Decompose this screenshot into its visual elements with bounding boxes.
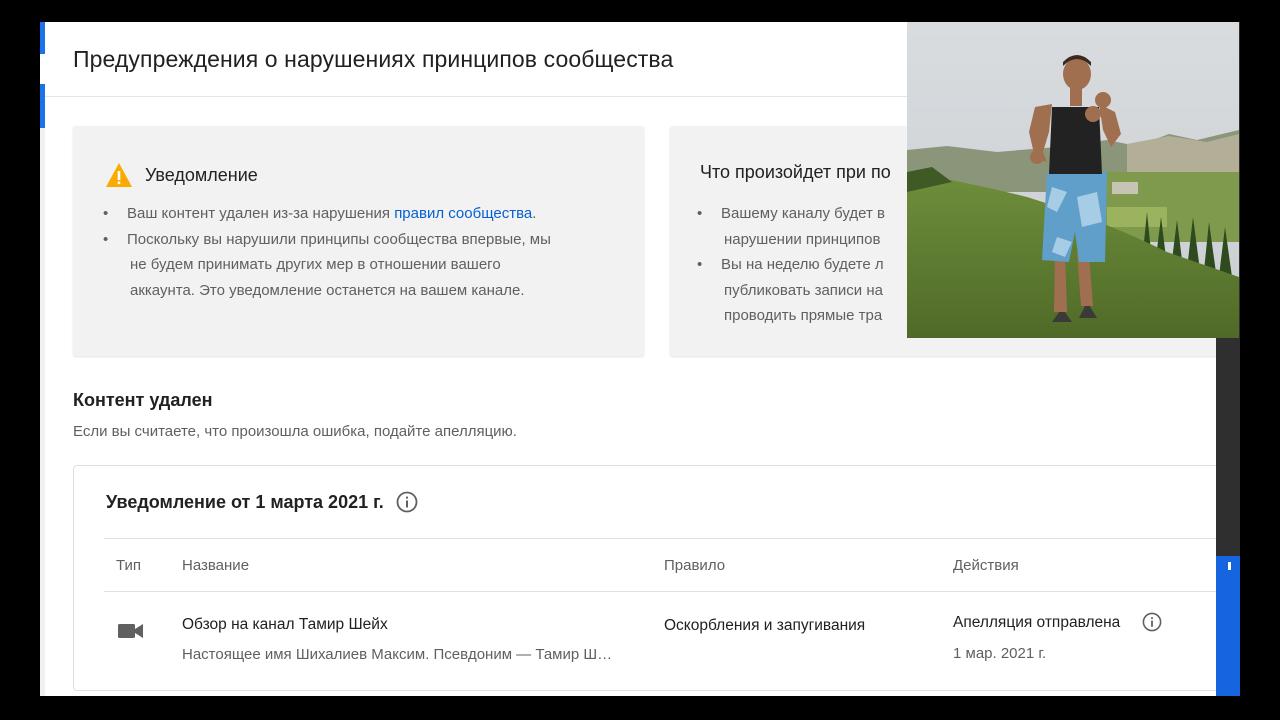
webcam-photo-overlay <box>907 22 1239 338</box>
video-camera-icon <box>118 624 143 638</box>
notice-bullet-2-line3: аккаунта. Это уведомление останется на в… <box>130 281 525 299</box>
table-divider-header <box>104 591 1222 592</box>
notice-card-header: Уведомление <box>105 162 258 188</box>
consequences-bullet-2-line3: проводить прямые тра <box>724 307 883 324</box>
consequences-bullets: Вашему каналу будет в нарушении принципо… <box>695 201 885 329</box>
warning-icon <box>106 163 132 187</box>
notice-card-heading: Уведомление <box>145 164 258 185</box>
notice-bullet-2-line1: Поскольку вы нарушили принципы сообществ… <box>127 230 551 248</box>
content-description: Настоящее имя Шихалиев Максим. Псевдоним… <box>182 646 613 663</box>
consequences-bullet-2-line2: публиковать записи на <box>724 281 883 299</box>
consequences-bullet-2: Вы на неделю будете л публиковать записи… <box>695 252 885 329</box>
column-header-name: Название <box>182 557 250 574</box>
notice-bullet-2: Поскольку вы нарушили принципы сообществ… <box>101 227 551 304</box>
dialog-title: Предупреждения о нарушениях принципов со… <box>73 45 674 72</box>
appeal-date: 1 мар. 2021 г. <box>953 645 1047 662</box>
column-header-rule: Правило <box>664 557 726 574</box>
notice-bullet-2-line2: не будем принимать других мер в отношени… <box>130 256 501 273</box>
violated-rule: Оскорбления и запугивания <box>664 617 866 634</box>
info-icon[interactable] <box>396 491 418 513</box>
consequences-bullet-2-line1: Вы на неделю будете л <box>721 256 884 273</box>
appeal-status: Апелляция отправлена <box>953 614 1121 631</box>
table-divider-top <box>104 538 1222 539</box>
strike-table-header: Уведомление от 1 марта 2021 г. <box>106 491 418 513</box>
column-header-actions: Действия <box>953 557 1019 574</box>
strike-table: Уведомление от 1 марта 2021 г. Тип Назва… <box>73 465 1233 691</box>
notice-bullet-1-suffix: . <box>532 205 537 222</box>
column-header-type: Тип <box>116 557 142 574</box>
removed-content-subtitle: Если вы считаете, что произошла ошибка, … <box>73 423 517 440</box>
consequences-bullet-1-line2: нарушении принципов <box>724 230 881 248</box>
appeal-info-icon[interactable] <box>1142 612 1162 632</box>
consequences-card-header: Что произойдет при по <box>700 162 891 183</box>
strike-table-title: Уведомление от 1 марта 2021 г. <box>106 491 384 512</box>
removed-content-title: Контент удален <box>73 390 213 410</box>
notice-bullets: Ваш контент удален из-за нарушения прави… <box>101 201 551 303</box>
community-guidelines-link[interactable]: правил сообщества <box>394 205 532 222</box>
content-title[interactable]: Обзор на канал Тамир Шейх <box>182 616 388 634</box>
consequences-card-heading: Что произойдет при по <box>700 162 891 182</box>
consequences-bullet-1: Вашему каналу будет в нарушении принципо… <box>695 201 885 252</box>
background-blue-panel <box>1216 556 1240 696</box>
consequences-bullet-1-line1: Вашему каналу будет в <box>721 205 886 222</box>
notice-bullet-1-text: Ваш контент удален из-за нарушения <box>127 205 395 222</box>
background-marker <box>1228 562 1231 570</box>
notice-bullet-1: Ваш контент удален из-за нарушения прави… <box>101 201 551 227</box>
notice-card: Уведомление Ваш контент удален из-за нар… <box>73 126 644 356</box>
